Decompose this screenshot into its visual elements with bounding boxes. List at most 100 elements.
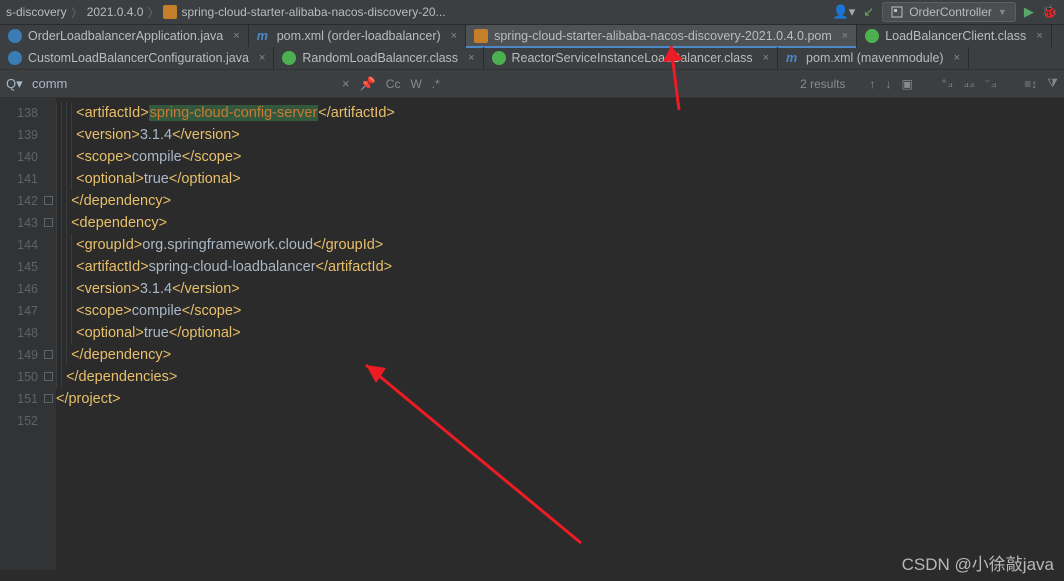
tab-label: ReactorServiceInstanceLoadBalancer.class (512, 51, 753, 65)
line-number[interactable]: 152 (0, 410, 56, 432)
editor-tab[interactable]: CustomLoadBalancerConfiguration.java × (0, 47, 274, 69)
code-area[interactable]: <artifactId>spring-cloud-config-server</… (56, 98, 1064, 570)
find-results: 2 results (800, 77, 845, 91)
chevron-down-icon: ▼ (998, 7, 1007, 17)
class-icon (492, 51, 506, 65)
code-line[interactable]: <scope>compile</scope> (56, 146, 1064, 168)
editor-tab[interactable]: mpom.xml (order-loadbalancer)× (249, 25, 466, 47)
debug-button[interactable]: 🐞 (1042, 4, 1058, 20)
line-number[interactable]: 148 (0, 322, 56, 344)
line-number[interactable]: 138 (0, 102, 56, 124)
editor: 1381391401411421431441451461471481491501… (0, 98, 1064, 570)
line-number[interactable]: 139 (0, 124, 56, 146)
run-config-label: OrderController (909, 5, 992, 19)
tab-label: LoadBalancerClient.class (885, 29, 1026, 43)
match-case-button[interactable]: Cc (386, 77, 401, 91)
select-occurrences-button[interactable]: ⟓⟓ (963, 76, 974, 91)
select-all-button[interactable]: ▣ (901, 77, 912, 91)
java-icon (8, 51, 22, 65)
find-input[interactable] (32, 76, 332, 91)
regex-button[interactable]: .* (432, 77, 440, 91)
close-tab-icon[interactable]: × (1036, 30, 1042, 42)
code-line[interactable] (56, 410, 1064, 432)
pin-icon[interactable]: 📌 (360, 76, 376, 92)
add-selection-button[interactable]: ⁺⟓ (941, 76, 953, 91)
next-match-button[interactable]: ↓ (885, 77, 891, 91)
prev-match-button[interactable]: ↑ (869, 77, 875, 91)
close-tab-icon[interactable]: × (233, 30, 239, 42)
tab-label: RandomLoadBalancer.class (302, 51, 458, 65)
fold-icon[interactable] (44, 394, 53, 403)
fold-icon[interactable] (44, 218, 53, 227)
pom-file-icon (163, 5, 177, 19)
code-line[interactable]: <optional>true</optional> (56, 322, 1064, 344)
tab-label: pom.xml (order-loadbalancer) (277, 29, 441, 43)
editor-tab[interactable]: ReactorServiceInstanceLoadBalancer.class… (484, 47, 779, 69)
line-number[interactable]: 146 (0, 278, 56, 300)
line-number[interactable]: 147 (0, 300, 56, 322)
close-tab-icon[interactable]: × (259, 52, 265, 64)
remove-selection-button[interactable]: ⁻⟓ (984, 76, 996, 91)
settings-icon[interactable]: ≡↕ (1024, 77, 1037, 91)
line-number[interactable]: 149 (0, 344, 56, 366)
line-number[interactable]: 151 (0, 388, 56, 410)
run-toolbar: 👤▾ ↙ OrderController ▼ ▶ 🐞 (833, 2, 1058, 22)
words-button[interactable]: W (410, 77, 421, 91)
line-number[interactable]: 145 (0, 256, 56, 278)
close-tab-icon[interactable]: × (954, 52, 960, 64)
editor-tabs: OrderLoadbalancerApplication.java × m pom.x… (0, 25, 1064, 70)
editor-tab[interactable]: m pom.xml (mavenmodule) × (778, 47, 969, 69)
editor-tab[interactable]: LoadBalancerClient.class × (857, 25, 1052, 47)
fold-icon[interactable] (44, 350, 53, 359)
line-number[interactable]: 142 (0, 190, 56, 212)
editor-tab[interactable]: RandomLoadBalancer.class × (274, 47, 483, 69)
code-line[interactable]: </dependencies> (56, 366, 1064, 388)
jar-icon (474, 29, 488, 43)
filter-icon[interactable]: ⧩ (1047, 76, 1058, 91)
close-tab-icon[interactable]: × (842, 30, 848, 42)
class-icon (282, 51, 296, 65)
close-tab-icon[interactable]: × (451, 30, 457, 42)
maven-icon: m (786, 51, 800, 65)
code-line[interactable]: <groupId>org.springframework.cloud</grou… (56, 234, 1064, 256)
line-number[interactable]: 140 (0, 146, 56, 168)
breadcrumb-seg[interactable]: 2021.0.4.0 (87, 5, 144, 19)
code-line[interactable]: <artifactId>spring-cloud-config-server</… (56, 102, 1064, 124)
config-icon (891, 6, 903, 18)
code-line[interactable]: <version>3.1.4</version> (56, 278, 1064, 300)
code-line[interactable]: </dependency> (56, 344, 1064, 366)
code-line[interactable]: </dependency> (56, 190, 1064, 212)
line-number[interactable]: 141 (0, 168, 56, 190)
tab-label: pom.xml (mavenmodule) (806, 51, 944, 65)
tab-label: OrderLoadbalancerApplication.java (28, 29, 223, 43)
user-icon[interactable]: 👤▾ (833, 4, 856, 20)
build-icon[interactable]: ↙ (863, 4, 874, 20)
line-number[interactable]: 144 (0, 234, 56, 256)
clear-find-icon[interactable]: × (342, 76, 350, 91)
find-bar: Q▾ × 📌 Cc W .* 2 results ↑ ↓ ▣ ⁺⟓ ⟓⟓ ⁻⟓ … (0, 70, 1064, 98)
code-line[interactable]: <dependency> (56, 212, 1064, 234)
breadcrumb-sep: 〉 (147, 4, 159, 21)
code-line[interactable]: <scope>compile</scope> (56, 300, 1064, 322)
editor-tab[interactable]: OrderLoadbalancerApplication.java × (0, 25, 249, 47)
editor-tab[interactable]: spring-cloud-starter-alibaba-nacos-disco… (466, 25, 857, 47)
gutter[interactable]: 1381391401411421431441451461471481491501… (0, 98, 56, 570)
breadcrumb-seg[interactable]: s-discovery (6, 5, 67, 19)
line-number[interactable]: 150 (0, 366, 56, 388)
search-icon[interactable]: Q▾ (6, 76, 22, 92)
breadcrumb-seg[interactable]: spring-cloud-starter-alibaba-nacos-disco… (181, 5, 445, 19)
code-line[interactable]: <artifactId>spring-cloud-loadbalancer</a… (56, 256, 1064, 278)
fold-icon[interactable] (44, 372, 53, 381)
tab-label: spring-cloud-starter-alibaba-nacos-disco… (494, 29, 832, 43)
line-number[interactable]: 143 (0, 212, 56, 234)
code-line[interactable]: <optional>true</optional> (56, 168, 1064, 190)
code-line[interactable]: </project> (56, 388, 1064, 410)
close-tab-icon[interactable]: × (763, 52, 769, 64)
fold-icon[interactable] (44, 196, 53, 205)
run-config-select[interactable]: OrderController ▼ (882, 2, 1016, 22)
breadcrumbs[interactable]: s-discovery 〉 2021.0.4.0 〉 spring-cloud-… (6, 4, 833, 21)
tab-label: CustomLoadBalancerConfiguration.java (28, 51, 249, 65)
code-line[interactable]: <version>3.1.4</version> (56, 124, 1064, 146)
close-tab-icon[interactable]: × (468, 52, 474, 64)
run-button[interactable]: ▶ (1024, 4, 1034, 20)
